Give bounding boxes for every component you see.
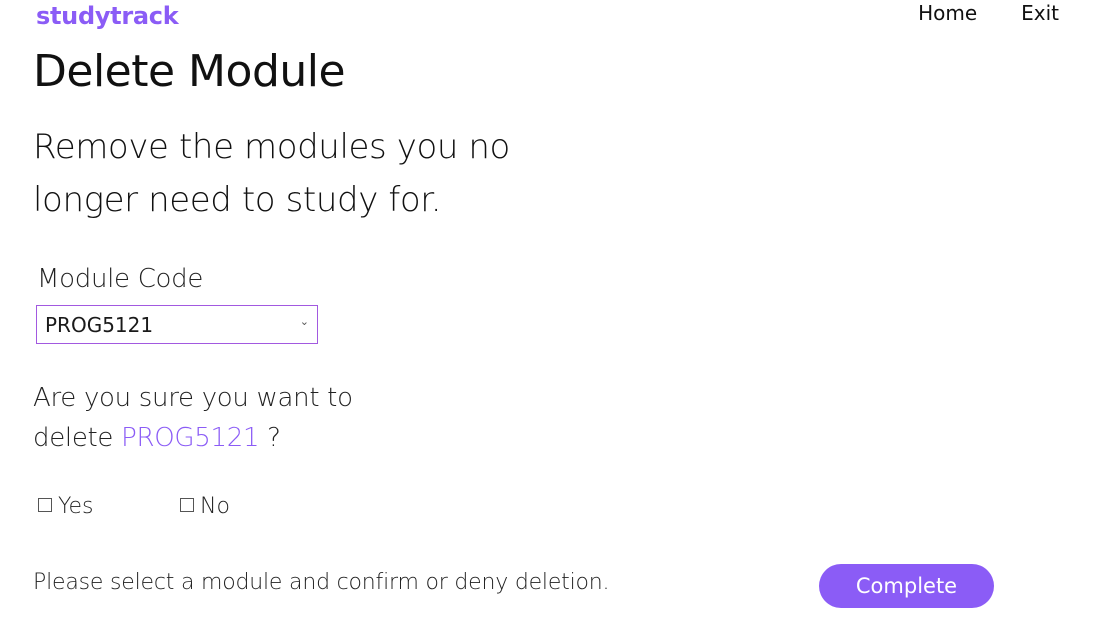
module-code-selected-value: PROG5121 [45,312,154,337]
page-title: Delete Module [33,46,346,97]
nav-exit-link[interactable]: Exit [1021,1,1059,25]
yes-checkbox[interactable]: Yes [38,494,94,519]
confirm-question: Are you sure you want to delete PROG5121… [33,378,393,458]
checkbox-unchecked-icon[interactable] [38,497,52,512]
checkbox-unchecked-icon[interactable] [180,497,194,512]
top-nav: Home Exit [918,1,1059,25]
status-message: Please select a module and confirm or de… [33,570,610,595]
yes-label: Yes [58,494,94,519]
nav-home-link[interactable]: Home [918,1,977,25]
complete-button[interactable]: Complete [819,564,994,608]
page-subtitle: Remove the modules you no longer need to… [33,127,510,220]
brand-logo: studytrack [36,2,179,30]
no-label: No [200,494,230,519]
confirm-suffix: ? [259,423,281,453]
module-code-select[interactable]: PROG5121 ⌄ [36,305,318,344]
chevron-down-icon: ⌄ [299,315,309,328]
no-checkbox[interactable]: No [180,494,230,519]
confirm-module-code: PROG5121 [121,423,260,453]
module-code-label: Module Code [37,264,204,294]
